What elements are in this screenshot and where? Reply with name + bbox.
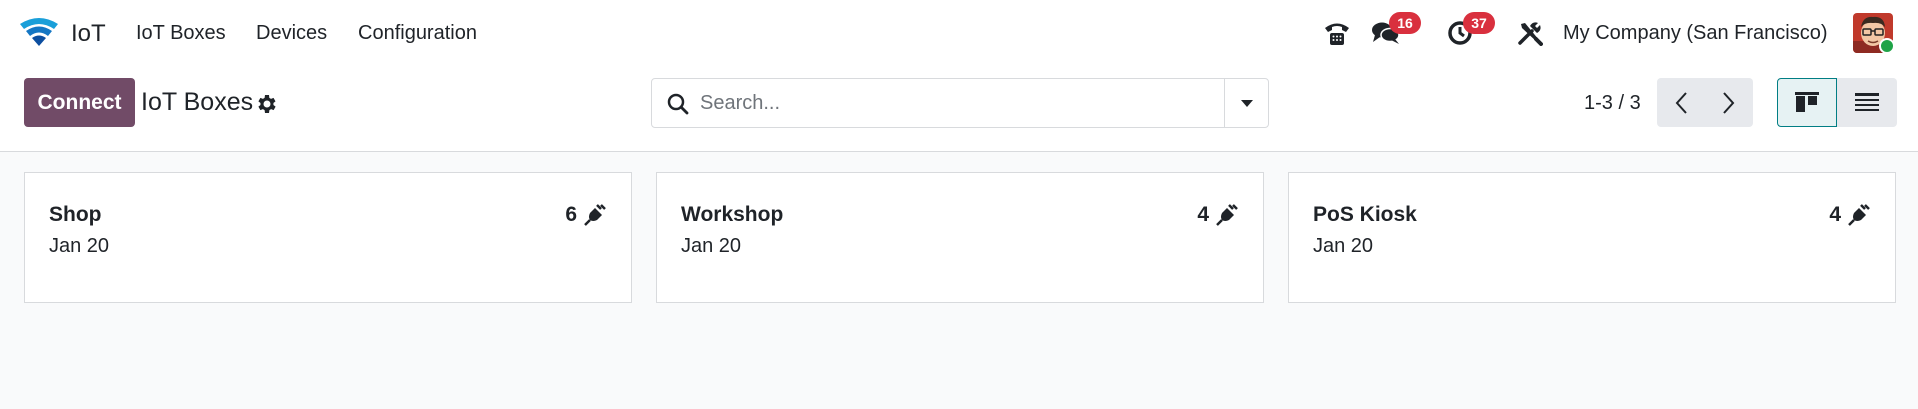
connect-button[interactable]: Connect xyxy=(24,78,135,127)
plug-icon xyxy=(1216,204,1238,226)
control-panel: Connect IoT Boxes 1-3 / 3 xyxy=(0,66,1918,152)
search-input[interactable] xyxy=(700,87,1200,119)
phone-button[interactable] xyxy=(1320,16,1354,50)
iot-box-card-workshop[interactable]: Workshop Jan 20 4 xyxy=(656,172,1264,303)
menu-devices[interactable]: Devices xyxy=(256,22,327,45)
iot-box-date: Jan 20 xyxy=(1313,235,1374,257)
chevron-left-icon xyxy=(1675,91,1687,114)
kanban-view-button[interactable] xyxy=(1777,78,1837,127)
device-count-value: 4 xyxy=(1197,203,1209,226)
iot-box-name: PoS Kiosk xyxy=(1313,203,1417,226)
search-icon xyxy=(667,93,689,115)
gear-icon[interactable] xyxy=(254,92,278,116)
kanban-view-icon xyxy=(1795,91,1819,112)
pager-previous-button[interactable] xyxy=(1657,78,1705,127)
chevron-right-icon xyxy=(1723,91,1735,114)
messages-button[interactable]: 16 xyxy=(1369,12,1421,50)
online-status-indicator xyxy=(1879,38,1895,54)
menu-iot-boxes[interactable]: IoT Boxes xyxy=(136,22,226,45)
device-count-value: 4 xyxy=(1829,203,1841,226)
phone-icon xyxy=(1325,23,1349,45)
search-options-toggle[interactable] xyxy=(1224,79,1268,127)
app-logo[interactable] xyxy=(18,16,60,48)
top-navbar: IoT IoT Boxes Devices Configuration 16 3… xyxy=(0,0,1918,66)
plug-icon xyxy=(584,204,606,226)
device-count: 4 xyxy=(1829,203,1871,227)
kanban-view: Shop Jan 20 6 Workshop Jan 20 4 PoS Kios… xyxy=(0,152,1918,409)
device-count: 6 xyxy=(565,203,607,227)
list-view-icon xyxy=(1855,92,1879,111)
device-count-value: 6 xyxy=(565,203,577,226)
page-title: IoT Boxes xyxy=(141,88,254,116)
messages-count-badge: 16 xyxy=(1389,12,1421,34)
iot-box-date: Jan 20 xyxy=(49,235,110,257)
caret-down-icon xyxy=(1240,100,1253,107)
iot-box-date: Jan 20 xyxy=(681,235,742,257)
activities-count-badge: 37 xyxy=(1463,12,1495,34)
menu-configuration[interactable]: Configuration xyxy=(358,22,477,45)
activities-button[interactable]: 37 xyxy=(1443,12,1495,50)
plug-icon xyxy=(1848,204,1870,226)
company-switcher[interactable]: My Company (San Francisco) xyxy=(1563,22,1828,45)
pager-value[interactable]: 1-3 / 3 xyxy=(1584,92,1641,115)
list-view-button[interactable] xyxy=(1837,78,1897,127)
iot-wifi-logo-icon xyxy=(20,18,58,46)
debug-tools-button[interactable] xyxy=(1513,16,1547,50)
device-count: 4 xyxy=(1197,203,1239,227)
iot-box-name: Shop xyxy=(49,203,102,226)
iot-box-card-pos-kiosk[interactable]: PoS Kiosk Jan 20 4 xyxy=(1288,172,1896,303)
search-bar xyxy=(651,78,1269,128)
debug-tools-icon xyxy=(1518,22,1543,46)
app-name[interactable]: IoT xyxy=(71,20,106,48)
iot-box-name: Workshop xyxy=(681,203,784,226)
pager-next-button[interactable] xyxy=(1705,78,1753,127)
iot-box-card-shop[interactable]: Shop Jan 20 6 xyxy=(24,172,632,303)
